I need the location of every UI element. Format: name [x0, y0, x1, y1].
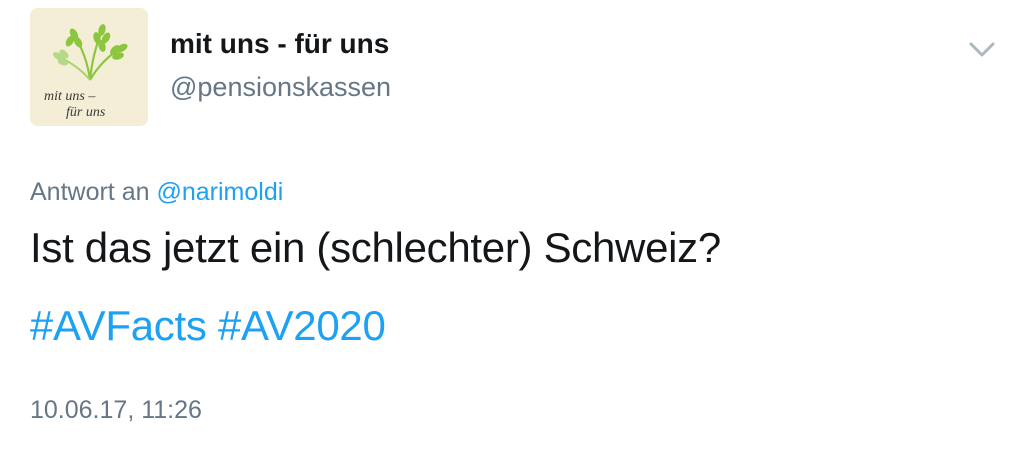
- reply-mention-link[interactable]: @narimoldi: [156, 178, 283, 206]
- reply-prefix: Antwort an: [30, 178, 150, 206]
- tweet-text: Ist das jetzt ein (schlechter) Schweiz?: [30, 224, 721, 271]
- avatar-text-line1: mit uns –: [44, 89, 96, 104]
- hashtag-link[interactable]: #AVFacts: [30, 302, 207, 349]
- avatar-text-line2: für uns: [66, 105, 106, 120]
- avatar[interactable]: mit uns – für uns: [30, 8, 148, 126]
- chevron-down-icon[interactable]: [962, 36, 1002, 64]
- display-name[interactable]: mit uns - für uns: [170, 28, 389, 60]
- hashtags: #AVFacts #AV2020: [30, 302, 386, 350]
- wheat-icon: mit uns – für uns: [30, 8, 148, 126]
- reply-context: Antwort an @narimoldi: [30, 178, 283, 207]
- timestamp: 10.06.17, 11:26: [30, 396, 202, 424]
- user-handle[interactable]: @pensionskassen: [170, 72, 391, 103]
- hashtag-link[interactable]: #AV2020: [218, 302, 386, 349]
